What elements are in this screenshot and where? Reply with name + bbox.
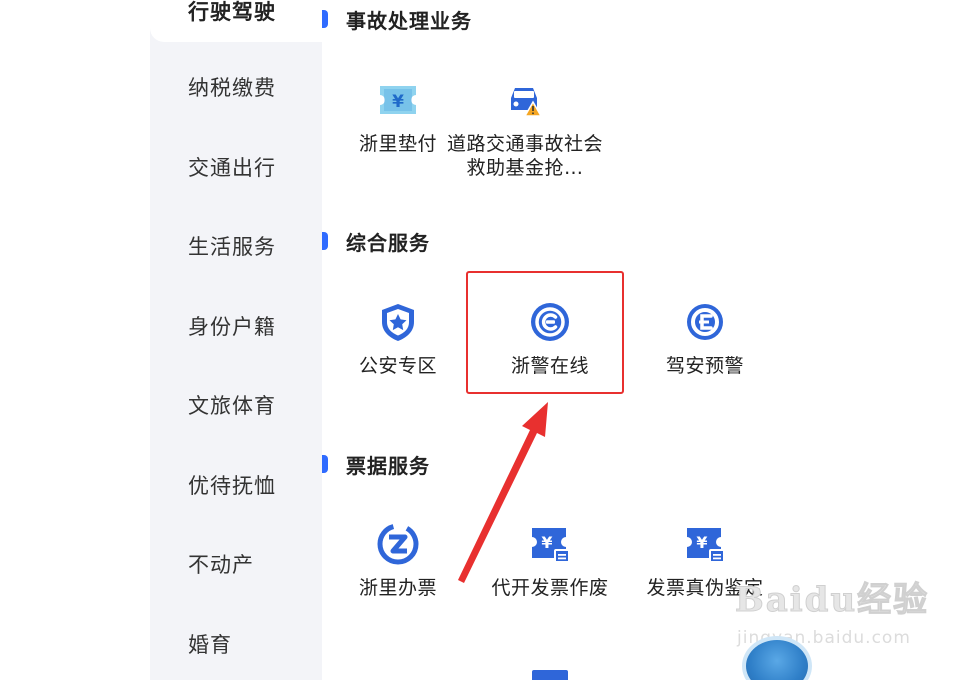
service-label: 道路交通事故社会救助基金抢… <box>446 133 603 179</box>
service-road-accident-fund[interactable]: 道路交通事故社会救助基金抢… <box>432 78 618 180</box>
sidebar-item-tax[interactable]: 纳税缴费 <box>150 58 322 118</box>
category-sidebar: 行驶驾驶 纳税缴费 交通出行 生活服务 身份户籍 文旅体育 优待抚恤 不动产 婚… <box>150 0 322 680</box>
sidebar-item-driving[interactable]: 行驶驾驶 <box>150 0 322 42</box>
service-zhejing-online[interactable]: 驾安预警 <box>627 300 783 378</box>
service-label: 浙警在线 <box>510 355 589 377</box>
service-label: 驾安预警 <box>665 355 744 377</box>
service-zhejing-online[interactable]: 浙警在线 <box>472 300 628 378</box>
sidebar-item-real-estate[interactable]: 不动产 <box>150 535 322 595</box>
service-invoice-void[interactable]: ¥ 代开发票作废 <box>472 522 628 600</box>
section-title: 事故处理业务 <box>346 8 472 33</box>
yuan-ticket-icon: ¥ <box>380 86 416 114</box>
sidebar-item-marriage[interactable]: 婚育 <box>150 615 322 675</box>
ticket-z-icon <box>377 523 419 565</box>
section-header-invoice: 票据服务 <box>322 449 430 479</box>
police-online-icon <box>531 303 569 341</box>
sidebar-item-life-service[interactable]: 生活服务 <box>150 217 322 277</box>
car-warning-icon <box>511 88 543 117</box>
section-marker <box>322 232 328 250</box>
service-content: 事故处理业务 ¥ 浙里垫付 道路交通事故社会救助基金抢… 综合服务 公安专区 驾… <box>322 0 808 680</box>
sidebar-item-transport[interactable]: 交通出行 <box>150 138 322 198</box>
service-police-zone[interactable]: 公安专区 <box>320 300 476 378</box>
section-title: 票据服务 <box>346 453 430 478</box>
police-shield-icon <box>382 304 414 341</box>
service-label: 发票真伪鉴定 <box>646 577 764 599</box>
section-marker <box>322 10 328 28</box>
section-header-accident: 事故处理业务 <box>322 4 472 34</box>
service-label: 代开发票作废 <box>491 577 609 599</box>
section-header-general: 综合服务 <box>322 226 430 256</box>
invoice-check-icon: ¥ <box>687 528 725 563</box>
police-online-icon <box>687 304 723 340</box>
service-label: 公安专区 <box>358 355 437 377</box>
section-marker <box>322 455 328 473</box>
invoice-void-icon: ¥ <box>532 528 570 563</box>
service-invoice-check[interactable]: ¥ 发票真伪鉴定 <box>627 522 783 600</box>
service-label: 浙里办票 <box>358 577 437 599</box>
svg-text:¥: ¥ <box>696 533 707 552</box>
sidebar-item-culture-sports[interactable]: 文旅体育 <box>150 376 322 436</box>
service-zheli-ticket[interactable]: 浙里办票 <box>320 522 476 600</box>
sidebar-item-benefits[interactable]: 优待抚恤 <box>150 456 322 516</box>
partial-service-icon <box>532 670 568 680</box>
svg-text:¥: ¥ <box>541 533 552 552</box>
section-title: 综合服务 <box>346 230 430 255</box>
svg-text:¥: ¥ <box>392 92 404 112</box>
app-screen: 行驶驾驶 纳税缴费 交通出行 生活服务 身份户籍 文旅体育 优待抚恤 不动产 婚… <box>150 0 808 680</box>
sidebar-item-identity[interactable]: 身份户籍 <box>150 297 322 357</box>
